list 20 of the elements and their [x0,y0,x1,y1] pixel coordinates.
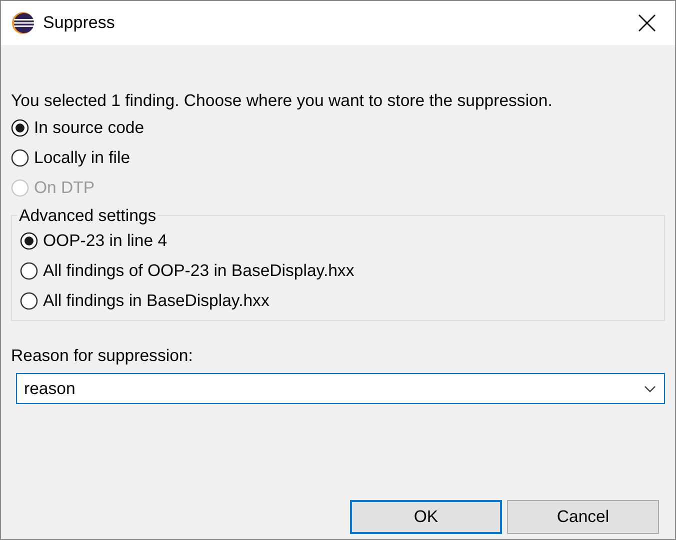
radio-circle-icon[interactable] [20,262,38,280]
radio-circle-icon[interactable] [20,292,38,310]
radio-button[interactable]: All findings in BaseDisplay.hxx [20,286,270,316]
radio-button[interactable]: In source code [11,113,144,143]
app-logo-icon [11,11,35,35]
dialog-button[interactable]: Cancel [507,500,659,534]
window-title: Suppress [43,13,116,33]
reason-combo-box[interactable]: reason [16,373,665,404]
close-icon[interactable] [637,13,657,33]
field-label: Reason for suppression: [11,345,194,367]
radio-circle-icon[interactable] [11,119,29,137]
radio-circle-icon[interactable] [11,149,29,167]
group-title: Advanced settings [17,206,158,226]
radio-button[interactable]: Locally in file [11,143,130,173]
dialog-button[interactable]: OK [350,500,502,534]
chevron-down-icon[interactable] [644,385,656,393]
radio-button[interactable]: All findings of OOP-23 in BaseDisplay.hxx [20,256,354,286]
radio-button[interactable]: OOP-23 in line 4 [20,226,168,256]
instruction-text: You selected 1 finding. Choose where you want to store the suppression. [11,90,554,112]
radio-circle-icon[interactable] [20,232,38,250]
